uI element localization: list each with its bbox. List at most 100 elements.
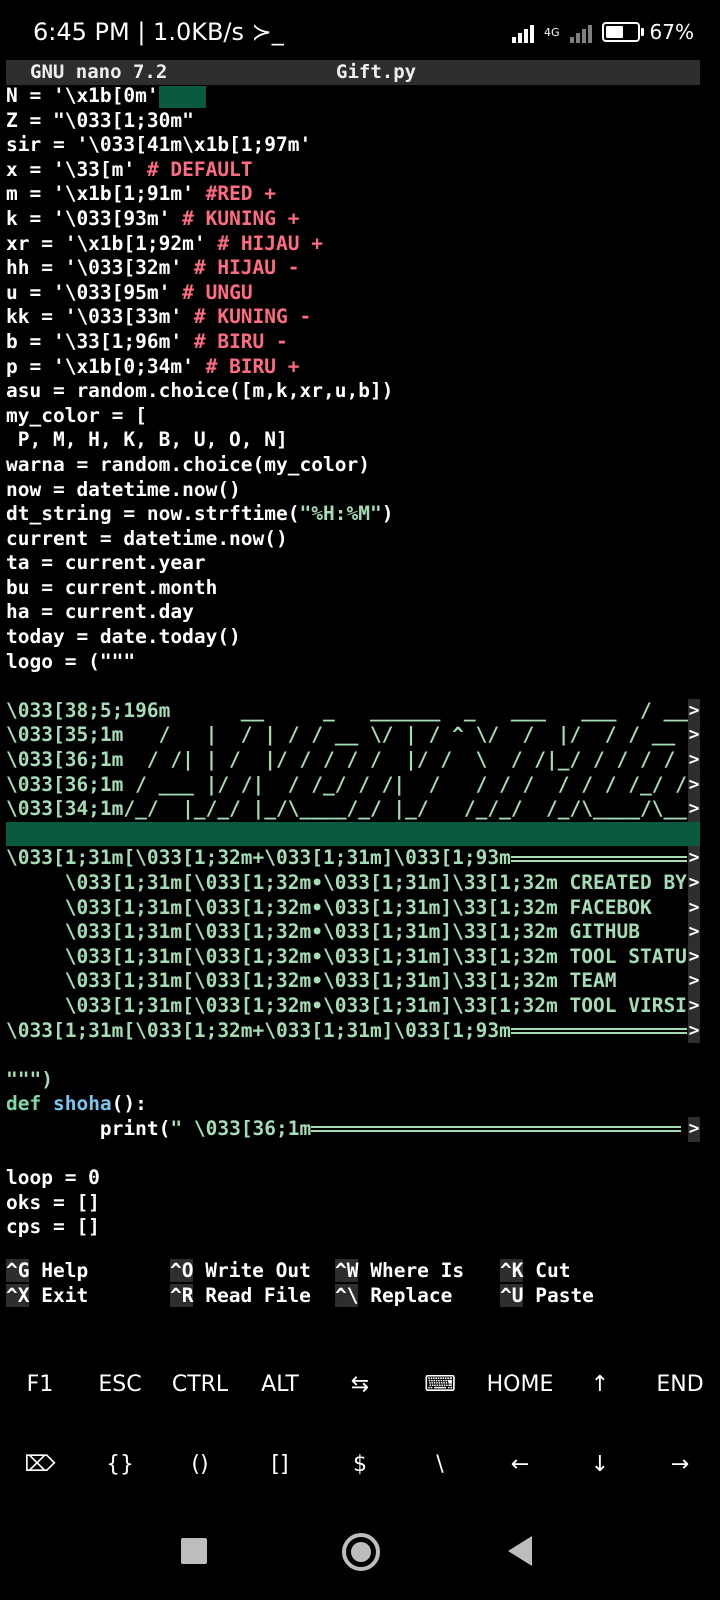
- overflow-marker: >: [688, 772, 700, 798]
- arrow-up-icon[interactable]: ↑: [560, 1372, 640, 1397]
- key-parens[interactable]: (): [160, 1452, 240, 1477]
- code-line: ha = current.day: [6, 600, 194, 624]
- overflow-marker: >: [688, 748, 700, 773]
- code-line: m = '\x1b[1;91m' #RED +: [6, 182, 277, 206]
- code-line: now = datetime.now(): [6, 477, 241, 501]
- code-line: sir = '\033[41m\x1b[1;97m': [6, 133, 312, 157]
- code-line: logo = (""": [6, 649, 136, 673]
- code-line: dt_string = now.strftime("%H:%M"): [6, 502, 394, 526]
- comment: # BIRU +: [193, 354, 300, 378]
- key-end[interactable]: END: [640, 1372, 720, 1397]
- code-line: P, M, H, K, B, U, O, N]: [6, 428, 288, 452]
- key-braces[interactable]: {}: [80, 1452, 160, 1477]
- extra-keys-row-1: F1 ESC CTRL ALT ⇆ ⌨ HOME ↑ END: [0, 1372, 720, 1397]
- overflow-marker: >: [688, 698, 700, 724]
- signal-icon: [512, 21, 535, 43]
- nano-version: GNU nano 7.2: [30, 61, 168, 83]
- file-name: Gift.py: [336, 61, 417, 83]
- code-line: x = '\33[m' # DEFAULT: [6, 157, 253, 181]
- back-icon[interactable]: [508, 1536, 532, 1566]
- shortcut-cut[interactable]: ^K Cut: [500, 1258, 570, 1283]
- code-line: xr = '\x1b[1;92m' # HIJAU +: [6, 231, 323, 255]
- shortcut-exit[interactable]: ^X Exit: [6, 1283, 88, 1308]
- ascii-art-line: \033[34;1m/_/ |_/_/ |_/\____/_/ |_/ /_/_…: [6, 797, 700, 822]
- comment: # KUNING -: [182, 305, 312, 329]
- comment: #RED +: [193, 182, 277, 206]
- key-backslash[interactable]: \: [400, 1452, 480, 1477]
- key-f1[interactable]: F1: [0, 1372, 80, 1397]
- ascii-art-line: \033[36;1m / /| | / |/ / / / / |/ / \ / …: [6, 748, 700, 773]
- menu-line: \033[1;31m[\033[1;32m•\033[1;31m]\33[1;3…: [6, 895, 700, 921]
- backspace-icon[interactable]: ⌦: [0, 1452, 80, 1477]
- shortcut-replace[interactable]: ^\ Replace: [335, 1283, 452, 1308]
- code-line: kk = '\033[33m' # KUNING -: [6, 305, 312, 329]
- arrow-down-icon[interactable]: ↓: [560, 1452, 640, 1477]
- code-line: N = '\x1b[0m': [6, 84, 700, 109]
- battery-icon: [601, 22, 644, 42]
- code-line: b = '\33[1;96m' # BIRU -: [6, 329, 288, 353]
- menu-line: \033[1;31m[\033[1;32m•\033[1;31m]\33[1;3…: [6, 871, 700, 896]
- code-line: Z = "\033[1;30m": [6, 108, 194, 132]
- code-line: warna = random.choice(my_color): [6, 452, 370, 476]
- comment: # BIRU -: [182, 329, 288, 353]
- editor-area[interactable]: N = '\x1b[0m' Z = "\033[1;30m" sir = '\0…: [6, 84, 700, 1244]
- network-type: 4G: [544, 25, 560, 39]
- border-line: \033[1;31m[\033[1;32m+\033[1;31m]\033[1;…: [6, 1018, 700, 1044]
- key-tab-icon[interactable]: ⇆: [320, 1372, 400, 1397]
- comment: # HIJAU -: [182, 256, 300, 280]
- highlighted-line: [6, 821, 700, 847]
- code-line: print(" \033[36;1m >: [6, 1116, 700, 1142]
- code-line: loop = 0: [6, 1166, 100, 1190]
- comment: # KUNING +: [170, 206, 300, 230]
- key-ctrl[interactable]: CTRL: [160, 1372, 240, 1397]
- code-line: u = '\033[95m' # UNGU: [6, 280, 253, 304]
- status-bar: 6:45 PM | 1.0KB/s ≻_ 4G 67%: [0, 0, 720, 66]
- overflow-marker: >: [688, 723, 700, 749]
- code-line: oks = []: [6, 1190, 100, 1214]
- key-home[interactable]: HOME: [480, 1372, 560, 1397]
- ascii-art-line: \033[38;5;196m __ _ ______ _ ___ ___ / _…: [6, 698, 700, 724]
- code-line: asu = random.choice([m,k,xr,u,b]): [6, 379, 394, 403]
- key-esc[interactable]: ESC: [80, 1372, 160, 1397]
- key-brackets[interactable]: []: [240, 1452, 320, 1477]
- arrow-left-icon[interactable]: ←: [480, 1452, 560, 1477]
- cursor: [158, 85, 206, 108]
- code-line: p = '\x1b[0;34m' # BIRU +: [6, 354, 300, 378]
- code-line: bu = current.month: [6, 575, 218, 599]
- extra-keys-row-2: ⌦ {} () [] $ \ ← ↓ →: [0, 1452, 720, 1477]
- code-text: N = '\x1b[0m': [6, 84, 159, 107]
- menu-line: \033[1;31m[\033[1;32m•\033[1;31m]\33[1;3…: [6, 920, 700, 945]
- code-line: def shoha():: [6, 1092, 147, 1116]
- key-dollar[interactable]: $: [320, 1452, 400, 1477]
- arrow-right-icon[interactable]: →: [640, 1452, 720, 1477]
- shortcut-write-out[interactable]: ^O Write Out: [170, 1258, 311, 1283]
- status-time-speed: 6:45 PM | 1.0KB/s ≻_: [33, 18, 284, 46]
- shortcut-help[interactable]: ^G Help: [6, 1258, 88, 1283]
- code-line: k = '\033[93m' # KUNING +: [6, 206, 300, 230]
- code-line: cps = []: [6, 1215, 100, 1239]
- menu-line: \033[1;31m[\033[1;32m•\033[1;31m]\33[1;3…: [6, 993, 700, 1019]
- code-line: """): [6, 1067, 53, 1091]
- recents-icon[interactable]: [181, 1538, 207, 1564]
- home-icon[interactable]: [342, 1533, 380, 1571]
- shortcut-where-is[interactable]: ^W Where Is: [335, 1258, 464, 1283]
- keyboard-icon[interactable]: ⌨: [400, 1372, 480, 1397]
- nano-shortcuts: ^G Help ^O Write Out ^W Where Is ^K Cut …: [6, 1258, 700, 1308]
- key-alt[interactable]: ALT: [240, 1372, 320, 1397]
- ascii-art-line: \033[36;1m / ___ |/ /| / /_/ / /| / / / …: [6, 772, 700, 798]
- overflow-marker: >: [688, 797, 700, 822]
- shortcut-read-file[interactable]: ^R Read File: [170, 1283, 311, 1308]
- code-line: hh = '\033[32m' # HIJAU -: [6, 256, 300, 280]
- signal-2-icon: [569, 21, 592, 43]
- shortcut-paste[interactable]: ^U Paste: [500, 1283, 594, 1308]
- status-icons: 4G 67%: [512, 20, 694, 44]
- comment: # UNGU: [170, 280, 253, 304]
- menu-line: \033[1;31m[\033[1;32m•\033[1;31m]\33[1;3…: [6, 944, 700, 970]
- code-line: current = datetime.now(): [6, 526, 288, 550]
- code-line: ta = current.year: [6, 551, 206, 575]
- comment: # HIJAU +: [205, 231, 323, 255]
- nano-title-bar: GNU nano 7.2 Gift.py: [6, 60, 700, 85]
- ascii-art-line: \033[35;1m / | / | / / __ \/ | / ^ \/ / …: [6, 723, 700, 749]
